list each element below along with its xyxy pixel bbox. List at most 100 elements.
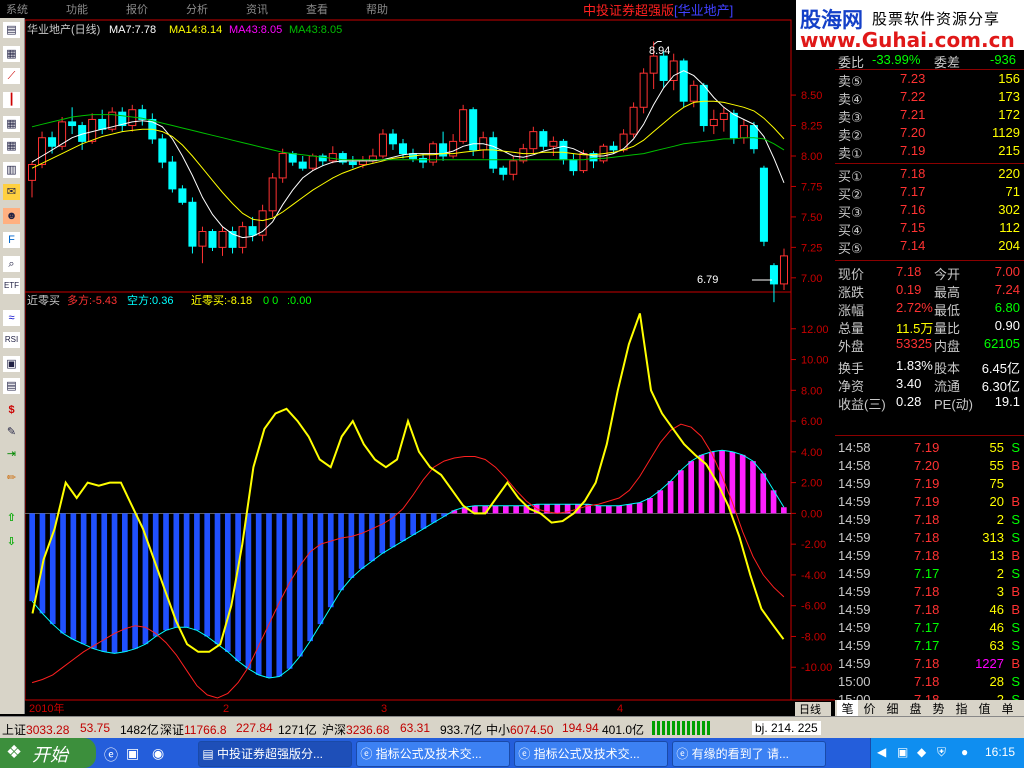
f10-icon[interactable]: F bbox=[3, 232, 20, 248]
menu-function[interactable]: 功能 bbox=[66, 1, 88, 17]
tab-book[interactable]: 盘 bbox=[905, 700, 926, 716]
arrow-up-icon[interactable]: ⇧ bbox=[3, 510, 20, 526]
tab-index[interactable]: 指 bbox=[951, 700, 972, 716]
y-tick-label: 8.25 bbox=[801, 121, 822, 133]
exit-icon[interactable]: ⇥ bbox=[3, 446, 20, 462]
chart-canvas[interactable]: 8.50 8.25 8.00 7.75 7.50 7.25 7.00 12.00 10.00 8.… bbox=[25, 18, 835, 716]
chart-area[interactable]: 8.50 8.25 8.00 7.75 7.50 7.25 7.00 12.00 10.00 8.… bbox=[25, 18, 835, 716]
y-tick-label: -10.00 bbox=[801, 662, 832, 674]
stat-value: 19.1 bbox=[994, 394, 1020, 409]
candle-body bbox=[679, 60, 688, 102]
tick-price: 7.18 bbox=[914, 512, 940, 527]
menu-system[interactable]: 系统 bbox=[6, 1, 28, 17]
order-label: 买① bbox=[838, 169, 863, 184]
indicator-panel-frame bbox=[25, 291, 792, 701]
users-icon[interactable]: ☻ bbox=[3, 208, 20, 224]
task-button-3[interactable]: ⓔ 指标公式及技术交... bbox=[514, 741, 668, 767]
candle-body bbox=[348, 161, 357, 166]
stat-row: 涨跌 0.19 最高 7.24 bbox=[838, 282, 1024, 300]
divider bbox=[835, 435, 1024, 436]
tab-trend[interactable]: 势 bbox=[928, 700, 949, 716]
stat-row: 净资 3.40 流通 6.30亿 bbox=[838, 376, 1024, 394]
security-icon[interactable]: ⛨ bbox=[937, 745, 946, 760]
stat-label: 净资 bbox=[838, 379, 865, 394]
dollar-icon[interactable]: $ bbox=[3, 402, 20, 418]
volume-icon[interactable]: ◀ bbox=[877, 745, 886, 759]
menu-help[interactable]: 帮助 bbox=[366, 1, 388, 17]
order-label: 买⑤ bbox=[838, 241, 863, 256]
clock: 16:15 bbox=[985, 745, 1016, 759]
candle-body bbox=[198, 231, 207, 247]
index-zx[interactable]: 中小6074.50 bbox=[486, 721, 553, 738]
pencil-icon[interactable]: ✏ bbox=[3, 470, 20, 486]
tab-value[interactable]: 值 bbox=[974, 700, 995, 716]
candle-body bbox=[719, 112, 728, 120]
index-hs-name: 沪深 bbox=[322, 723, 347, 737]
time-axis-month-2: 2 bbox=[223, 703, 229, 715]
index-sz[interactable]: 深证11766.8 bbox=[160, 721, 227, 738]
tab-orders[interactable]: 单 bbox=[997, 700, 1018, 716]
buy-order-row: 买③ 7.16 302 bbox=[838, 202, 1024, 220]
tick-row: 14:59 7.18 13 B bbox=[838, 548, 1024, 566]
search-icon[interactable]: ⌕ bbox=[3, 256, 20, 272]
list-icon[interactable]: ▦ bbox=[3, 46, 20, 62]
task-button-4[interactable]: ⓔ 有缘的看到了 请... bbox=[672, 741, 826, 767]
stat-row: 外盘 53325 内盘 62105 bbox=[838, 336, 1024, 354]
stat-row: 现价 7.18 今开 7.00 bbox=[838, 264, 1024, 282]
start-button[interactable]: ❖ 开始 bbox=[0, 738, 96, 768]
compare-icon[interactable]: ▥ bbox=[3, 162, 20, 178]
grid-icon[interactable]: ▦ bbox=[3, 138, 20, 154]
order-volume: 1129 bbox=[992, 125, 1020, 140]
kline-icon[interactable]: ┃ bbox=[3, 92, 20, 108]
rsi-icon[interactable]: RSI bbox=[3, 332, 20, 348]
tick-volume: 75 bbox=[989, 476, 1004, 491]
tick-volume: 20 bbox=[989, 494, 1004, 509]
network-icon[interactable]: ▣ bbox=[897, 745, 908, 759]
app-icon[interactable]: ◉ bbox=[152, 745, 164, 762]
tab-detail[interactable]: 细 bbox=[882, 700, 903, 716]
shield-icon[interactable]: ◆ bbox=[917, 745, 926, 759]
antivirus-icon[interactable]: ● bbox=[961, 745, 968, 759]
candle-body bbox=[539, 131, 548, 147]
candle-body bbox=[248, 226, 257, 236]
window-icon[interactable]: ▣ bbox=[3, 356, 20, 372]
index-sh-value: 3033.28 bbox=[26, 723, 70, 737]
menu-info[interactable]: 资讯 bbox=[246, 1, 268, 17]
stat-value: 3.40 bbox=[896, 376, 922, 391]
menu-quote[interactable]: 报价 bbox=[126, 1, 148, 17]
order-price: 7.21 bbox=[900, 107, 926, 122]
index-hs[interactable]: 沪深3236.68 bbox=[322, 721, 389, 738]
sell-order-row: 卖① 7.19 215 bbox=[838, 143, 1024, 161]
line-chart-icon[interactable]: ⟋ bbox=[3, 68, 20, 84]
panel-icon[interactable]: ▤ bbox=[3, 378, 20, 394]
indicator-icon[interactable]: ≈ bbox=[3, 310, 20, 326]
etf-icon[interactable]: ETF bbox=[3, 278, 20, 294]
ma43-label: MA43:8.05 bbox=[229, 24, 282, 36]
index-hs-value: 3236.68 bbox=[346, 723, 390, 737]
tab-trades[interactable]: 笔 bbox=[837, 700, 858, 716]
time-axis-year: 2010年 bbox=[29, 701, 64, 715]
candle-body bbox=[88, 118, 97, 142]
y-tick-labels: 8.50 8.25 8.00 7.75 7.50 7.25 7.00 12.00 10.00 8.… bbox=[791, 90, 832, 674]
task-button-1[interactable]: ▤ 中投证券超强版分... bbox=[198, 741, 352, 767]
tab-price[interactable]: 价 bbox=[859, 700, 880, 716]
menu-analysis[interactable]: 分析 bbox=[186, 1, 208, 17]
doc-icon[interactable]: ▤ bbox=[3, 22, 20, 38]
task-button-2[interactable]: ⓔ 指标公式及技术交... bbox=[356, 741, 510, 767]
table-icon[interactable]: ▦ bbox=[3, 116, 20, 132]
menu-view[interactable]: 查看 bbox=[306, 1, 328, 17]
stat-value: 6.30亿 bbox=[981, 379, 1020, 394]
mail-icon[interactable]: ✉ bbox=[3, 184, 20, 200]
tools-icon[interactable]: ✎ bbox=[3, 424, 20, 440]
index-zx-amount: 401.0亿 bbox=[602, 723, 645, 737]
arrow-down-icon[interactable]: ⇩ bbox=[3, 534, 20, 550]
ie-icon[interactable]: ⓔ bbox=[104, 745, 118, 765]
candle-body bbox=[659, 55, 668, 81]
index-sh[interactable]: 上证3033.28 bbox=[2, 721, 69, 738]
tick-row: 14:59 7.18 46 B bbox=[838, 602, 1024, 620]
order-volume: 204 bbox=[998, 238, 1020, 253]
candle-body bbox=[549, 140, 558, 147]
tick-volume: 55 bbox=[989, 458, 1004, 473]
desktop-icon[interactable]: ▣ bbox=[126, 745, 139, 762]
index-zx-name: 中小 bbox=[486, 723, 511, 737]
